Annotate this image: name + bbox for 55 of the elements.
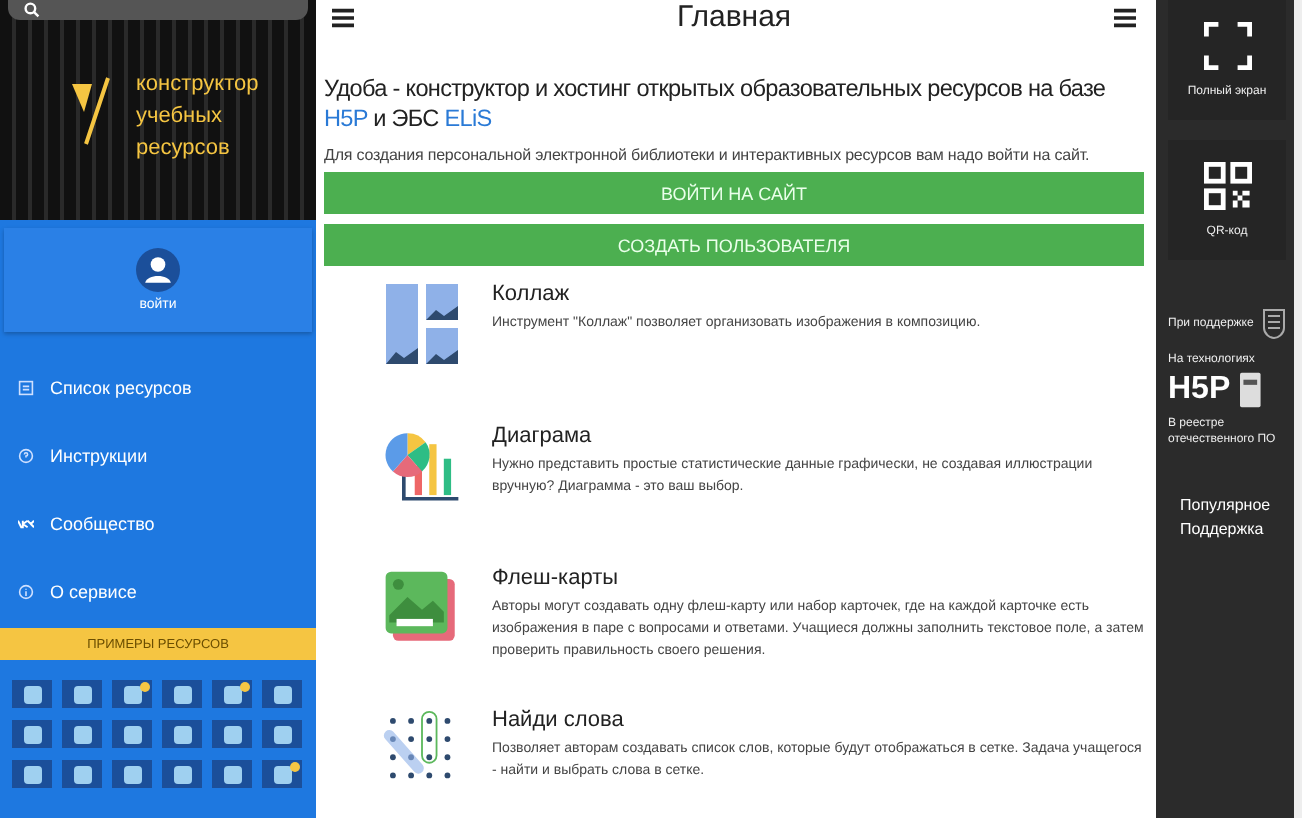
intro-note: Для создания персональной электронной библиотеки и интерактивных ресурсов вам надо войти на сайт. [324, 146, 1092, 164]
page-title: Главная [676, 0, 792, 34]
resource-thumbnail[interactable] [112, 680, 152, 708]
badge-icon [290, 762, 300, 772]
feature-title[interactable]: Коллаж [492, 282, 981, 306]
resource-thumbnail[interactable] [212, 720, 252, 748]
search-field[interactable] [8, 0, 308, 20]
action-button[interactable]: ВОЙТИ НА САЙТ [324, 172, 1144, 214]
resource-thumbnail[interactable] [262, 760, 302, 788]
search-icon [24, 2, 40, 18]
footer-link[interactable]: Поддержка [1180, 520, 1286, 538]
resource-thumbnail[interactable] [62, 760, 102, 788]
help-icon [18, 448, 34, 464]
resource-thumbnail[interactable] [162, 720, 202, 748]
resource-thumbnail[interactable] [62, 680, 102, 708]
elis-link[interactable]: ELiS [444, 104, 492, 132]
menu-item[interactable]: Инструкции [50, 446, 148, 466]
resource-thumbnail[interactable] [12, 720, 52, 748]
info-icon [18, 584, 34, 600]
resource-thumbnail[interactable] [262, 720, 302, 748]
h5p-link[interactable]: H5P [324, 104, 368, 132]
resource-thumbnail[interactable] [12, 680, 52, 708]
menu-icon[interactable] [1114, 7, 1136, 27]
list-icon [18, 380, 34, 396]
resource-thumbnail[interactable] [262, 680, 302, 708]
resource-thumbnail[interactable] [62, 720, 102, 748]
resource-thumbnail[interactable] [12, 760, 52, 788]
logo-text: учебных [136, 102, 225, 132]
resource-thumbnail[interactable] [162, 760, 202, 788]
resource-thumbnail[interactable] [112, 760, 152, 788]
badge-icon [140, 682, 150, 692]
fullscreen-icon [1203, 22, 1251, 70]
book-icon [1240, 372, 1265, 408]
resource-thumbnail[interactable] [112, 720, 152, 748]
menu-icon[interactable] [332, 7, 354, 27]
resource-thumbnail[interactable] [162, 680, 202, 708]
footer-link[interactable]: Популярное [1180, 496, 1286, 514]
user-avatar-icon [136, 248, 180, 292]
resource-thumbnail[interactable] [212, 760, 252, 788]
menu-item[interactable]: Список ресурсов [50, 378, 192, 398]
menu-item[interactable]: О сервисе [50, 582, 137, 602]
logo-text: ресурсов [136, 134, 232, 164]
feature-title[interactable]: Найди слова [492, 708, 1144, 732]
qr-code-icon [1203, 162, 1251, 210]
logo-text: конструктор [136, 70, 259, 100]
collage-icon [382, 280, 462, 368]
h5p-logo: H5P [1168, 372, 1231, 408]
feature-title[interactable]: Флеш-карты [492, 566, 1144, 590]
action-button[interactable]: СОЗДАТЬ ПОЛЬЗОВАТЕЛЯ [324, 224, 1144, 266]
badge-icon [240, 682, 250, 692]
intro-heading: Удоба - конструктор и хостинг открытых образовательных ресурсов на базе H5P и ЭБС ELiS [324, 74, 1108, 134]
emblem-icon [1262, 308, 1286, 340]
feature-title[interactable]: Диаграма [492, 424, 1144, 448]
resource-thumbnail[interactable] [212, 680, 252, 708]
menu-item[interactable]: Сообщество [50, 514, 155, 534]
